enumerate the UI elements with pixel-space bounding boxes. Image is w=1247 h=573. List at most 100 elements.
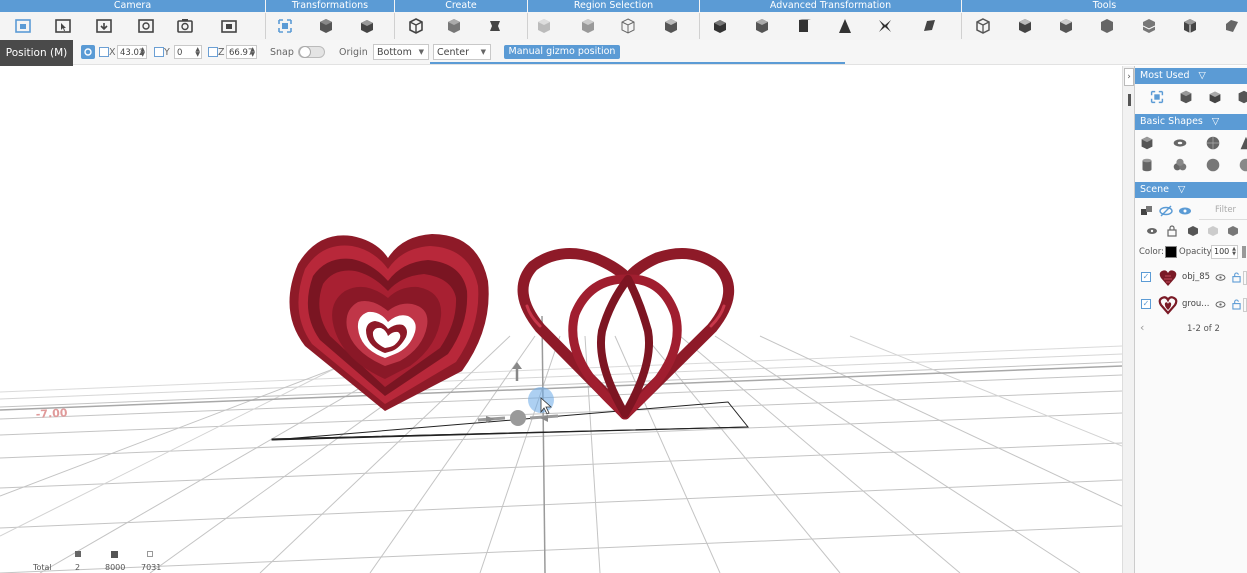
cone-shape-icon[interactable] (1237, 134, 1247, 152)
camera-reset-icon[interactable] (135, 15, 157, 37)
chevron-down-icon: ▽ (1178, 184, 1186, 195)
scrollbar-thumb[interactable] (1128, 94, 1131, 106)
visibility-eye-icon[interactable] (1215, 300, 1226, 309)
mu-more-icon[interactable] (1235, 88, 1247, 106)
chevron-down-icon: ▼ (480, 48, 486, 56)
visibility-eye-icon[interactable] (1215, 273, 1226, 282)
toolbar-divider (394, 13, 395, 39)
group-icon[interactable] (1141, 206, 1153, 216)
position-tab[interactable]: Position (M) (0, 40, 73, 66)
x-label: X (109, 47, 116, 58)
lock-icon[interactable] (1232, 299, 1241, 310)
scene-header[interactable]: Scene ▽ (1135, 182, 1247, 198)
camera-snapshot-icon[interactable] (174, 15, 196, 37)
rotate-tool-icon[interactable] (315, 15, 337, 37)
adv-bend-icon[interactable] (874, 15, 896, 37)
scale-tool-icon[interactable] (356, 15, 378, 37)
faces-count: 8000 (105, 563, 126, 572)
create-extrude-icon[interactable] (484, 15, 506, 37)
position-tool-icon[interactable] (274, 15, 296, 37)
col-lock-icon[interactable] (1167, 225, 1177, 237)
opacity-input[interactable]: 100 ▲ ▼ (1211, 245, 1238, 259)
torus-shape-icon[interactable] (1171, 134, 1189, 152)
center-select[interactable]: Center ▼ (433, 44, 491, 60)
ground-grid (0, 335, 1122, 573)
scene-item[interactable]: ✓ grou... (1135, 293, 1247, 317)
tool-cube-icon[interactable] (1179, 15, 1201, 37)
sphere-shape-icon[interactable] (1204, 134, 1222, 152)
scene-canvas: -7.00 (0, 234, 1122, 573)
link-axes-icon[interactable] (81, 45, 95, 59)
mu-rotate-icon[interactable] (1177, 88, 1195, 106)
collapse-panel-button[interactable]: › (1124, 68, 1134, 86)
camera-pick-icon[interactable] (52, 15, 74, 37)
geosphere-shape-icon[interactable] (1204, 156, 1222, 174)
color-swatch[interactable] (1165, 246, 1177, 258)
camera-save-icon[interactable] (93, 15, 115, 37)
create-shape-icon[interactable] (443, 15, 465, 37)
tool-measure-icon[interactable] (972, 15, 994, 37)
x-axis-checkbox[interactable] (99, 47, 109, 57)
toolbar-divider (265, 13, 266, 39)
camera-home-icon[interactable] (12, 15, 34, 37)
opacity-more-icon[interactable] (1242, 246, 1246, 258)
3d-viewport[interactable]: -7.00 Total 2 8000 7031 (0, 66, 1122, 573)
faces-icon (111, 551, 118, 558)
spheres-shape-icon[interactable] (1171, 156, 1189, 174)
origin-select[interactable]: Bottom ▼ (373, 44, 429, 60)
petal-heart[interactable] (517, 248, 735, 420)
basic-shapes-header[interactable]: Basic Shapes ▽ (1135, 114, 1247, 130)
adv-twist-icon[interactable] (918, 15, 940, 37)
adv-hollow-icon[interactable] (709, 15, 731, 37)
col-box-icon[interactable] (1227, 225, 1239, 237)
total-label: Total (33, 563, 52, 572)
cube-shape-icon[interactable] (1138, 134, 1156, 152)
y-value-text: 0 (177, 48, 183, 58)
cylinder-shape-icon[interactable] (1138, 156, 1156, 174)
right-panel: Most Used ▽ Basic Shapes ▽ Scene ▽ Filte… (1134, 66, 1247, 573)
manual-gizmo-button[interactable]: Manual gizmo position (504, 45, 620, 59)
stepper-icon: ▲ ▼ (1232, 246, 1236, 257)
main-toolbar: Camera Transformations Create Region Sel… (0, 0, 1247, 41)
hide-icon[interactable] (1159, 205, 1173, 217)
adv-split-icon[interactable] (792, 15, 814, 37)
show-icon[interactable] (1178, 205, 1192, 217)
scene-item-more[interactable] (1243, 271, 1247, 285)
more-shape-icon[interactable] (1237, 156, 1247, 174)
y-axis-checkbox[interactable] (154, 47, 164, 57)
lock-icon[interactable] (1232, 272, 1241, 283)
chevron-down-icon: ▽ (1198, 70, 1206, 81)
adv-cone-icon[interactable] (834, 15, 856, 37)
region-invert-icon[interactable] (660, 15, 682, 37)
z-axis-checkbox[interactable] (208, 47, 218, 57)
vertices-icon (147, 551, 153, 557)
tool-export-icon[interactable] (1220, 15, 1242, 37)
snap-toggle[interactable] (298, 46, 325, 58)
scene-item-more[interactable] (1243, 298, 1247, 312)
y-value-input[interactable]: 0 ▲ ▼ (174, 45, 202, 59)
col-visibility-icon[interactable] (1146, 226, 1158, 236)
region-box-icon[interactable] (577, 15, 599, 37)
scene-item[interactable]: ✓ obj_85 (1135, 266, 1247, 290)
mu-position-icon[interactable] (1148, 88, 1166, 106)
adv-cut-icon[interactable] (751, 15, 773, 37)
tool-supports-icon[interactable] (1096, 15, 1118, 37)
region-wire-icon[interactable] (617, 15, 639, 37)
tool-analyze-icon[interactable] (1014, 15, 1036, 37)
prev-page-icon[interactable]: ‹ (1140, 321, 1144, 334)
tool-slice-icon[interactable] (1138, 15, 1160, 37)
create-box-icon[interactable] (405, 15, 427, 37)
camera-lock-icon[interactable] (218, 15, 240, 37)
col-transparent-icon[interactable] (1207, 225, 1219, 237)
scene-item-checkbox[interactable]: ✓ (1141, 299, 1151, 309)
x-value-input[interactable]: 43.02 ▲ ▼ (117, 45, 147, 59)
col-solid-icon[interactable] (1187, 225, 1199, 237)
z-value-input[interactable]: 66.97 ▲ ▼ (226, 45, 257, 59)
scene-item-checkbox[interactable]: ✓ (1141, 272, 1151, 282)
region-select-icon[interactable] (533, 15, 555, 37)
z-axis-line (541, 315, 546, 573)
tool-repair-icon[interactable] (1055, 15, 1077, 37)
mu-scale-icon[interactable] (1206, 88, 1224, 106)
filter-input[interactable]: Filter (1199, 202, 1247, 220)
most-used-header[interactable]: Most Used ▽ (1135, 68, 1247, 84)
